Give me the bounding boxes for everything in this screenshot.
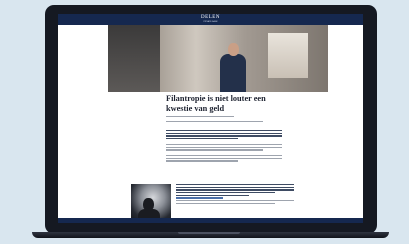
- hero-person-head: [228, 43, 239, 56]
- text-line: [166, 149, 264, 151]
- text-line: [166, 130, 282, 132]
- article-title: Filantropie is niet louter een kwestie v…: [166, 94, 266, 113]
- text-line: [166, 135, 282, 137]
- text-line: [176, 200, 294, 202]
- laptop-notch: [178, 232, 240, 234]
- site-header: DELEN PRIVATE BANK: [58, 14, 363, 25]
- meta-line: [166, 116, 235, 118]
- hero-window: [268, 33, 308, 78]
- brand-tagline: PRIVATE BANK: [203, 21, 218, 23]
- hero-person-body: [220, 54, 246, 92]
- text-line: [176, 192, 276, 194]
- footer-bar: [58, 218, 363, 223]
- text-line: [166, 146, 282, 148]
- text-line: [166, 155, 282, 157]
- lead-paragraph: [166, 130, 282, 141]
- body-paragraph-2: [166, 155, 282, 163]
- text-line: [166, 160, 238, 162]
- hero-wall: [108, 25, 160, 92]
- brand-logo[interactable]: DELEN: [58, 14, 363, 21]
- intro-paragraph: [166, 121, 282, 124]
- text-line: [176, 194, 250, 197]
- text-line: [176, 202, 276, 205]
- text-line: [176, 189, 294, 191]
- article-meta: [166, 116, 276, 119]
- browser-screen: DELEN PRIVATE BANK Filantropie is niet l…: [58, 14, 363, 223]
- text-link-line[interactable]: [176, 197, 224, 199]
- text-line: [176, 186, 294, 188]
- text-line: [166, 157, 282, 159]
- side-paragraph: [176, 184, 294, 206]
- text-line: [166, 132, 282, 134]
- text-line: [176, 184, 294, 186]
- text-line: [166, 121, 264, 123]
- text-line: [166, 144, 282, 146]
- body-paragraph-1: [166, 144, 282, 152]
- text-line: [166, 138, 238, 140]
- hero-image: [108, 25, 328, 92]
